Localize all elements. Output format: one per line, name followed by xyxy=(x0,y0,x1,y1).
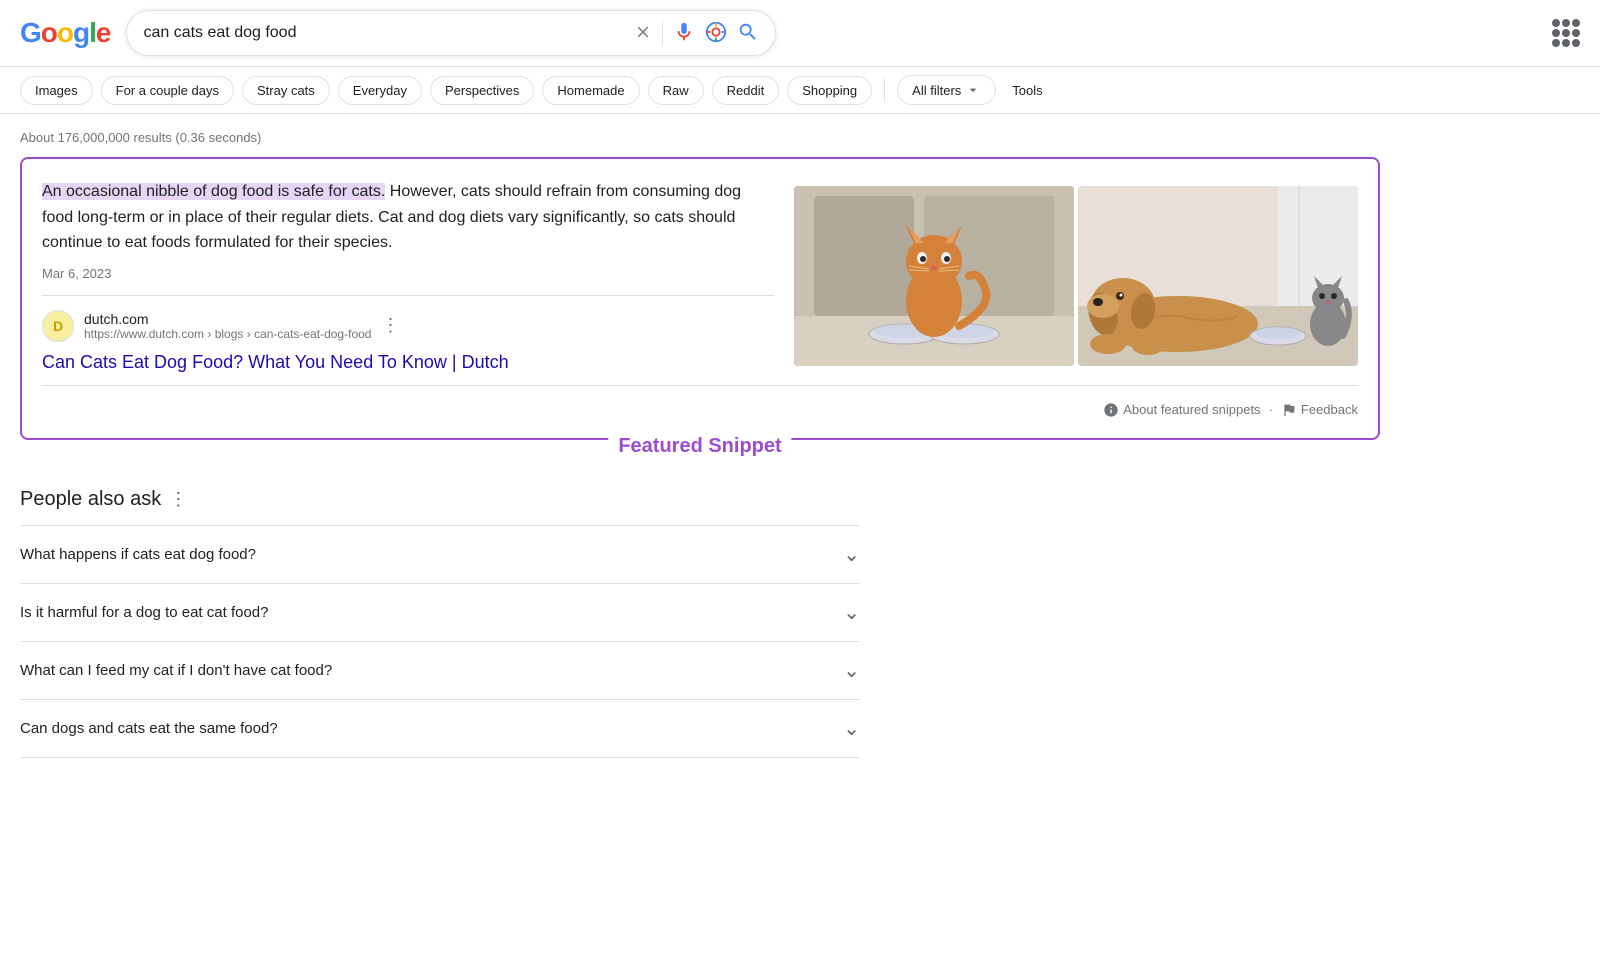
snippet-source: D dutch.com https://www.dutch.com › blog… xyxy=(42,310,774,342)
paa-section: People also ask ⋮ What happens if cats e… xyxy=(20,488,860,758)
source-info: dutch.com https://www.dutch.com › blogs … xyxy=(84,311,371,341)
dog-cat-image-svg xyxy=(1078,186,1358,366)
snippet-footer-divider xyxy=(42,385,1358,386)
source-name: dutch.com xyxy=(84,311,371,327)
featured-snippet-wrapper: An occasional nibble of dog food is safe… xyxy=(20,157,1380,440)
dot-separator: · xyxy=(1269,402,1273,417)
snippet-content: An occasional nibble of dog food is safe… xyxy=(42,179,1358,373)
grid-dot xyxy=(1552,39,1560,47)
grid-dot xyxy=(1572,19,1580,27)
search-input[interactable]: can cats eat dog food xyxy=(143,24,624,42)
grid-dot xyxy=(1562,39,1570,47)
filter-chip-perspectives[interactable]: Perspectives xyxy=(430,76,534,105)
clear-icon[interactable] xyxy=(634,23,652,44)
flag-icon xyxy=(1281,402,1297,418)
logo-o2: o xyxy=(57,17,73,49)
voice-search-icon[interactable] xyxy=(673,21,695,46)
logo-g: G xyxy=(20,17,41,49)
filter-divider xyxy=(884,78,885,102)
logo-o1: o xyxy=(41,17,57,49)
featured-snippet-box: An occasional nibble of dog food is safe… xyxy=(20,157,1380,440)
logo-g2: g xyxy=(73,17,89,49)
feedback-button[interactable]: Feedback xyxy=(1281,402,1358,418)
filter-chip-shopping[interactable]: Shopping xyxy=(787,76,872,105)
paa-title: People also ask xyxy=(20,488,161,511)
google-logo[interactable]: Google xyxy=(20,17,110,49)
header: Google can cats eat dog food xyxy=(0,0,1600,67)
grid-dot xyxy=(1572,39,1580,47)
search-bar-container: can cats eat dog food xyxy=(126,10,776,56)
snippet-highlighted-text: An occasional nibble of dog food is safe… xyxy=(42,183,385,200)
paa-question-4: Can dogs and cats eat the same food? xyxy=(20,720,278,737)
paa-item-2[interactable]: Is it harmful for a dog to eat cat food?… xyxy=(20,583,860,641)
main-content: About 176,000,000 results (0.36 seconds)… xyxy=(0,114,1400,774)
cat-image xyxy=(794,186,1074,366)
filter-chip-everyday[interactable]: Everyday xyxy=(338,76,422,105)
snippet-date: Mar 6, 2023 xyxy=(42,266,774,281)
paa-question-3: What can I feed my cat if I don't have c… xyxy=(20,662,332,679)
paa-chevron-2: ⌄ xyxy=(843,600,860,625)
grid-dot xyxy=(1552,19,1560,27)
paa-menu-icon[interactable]: ⋮ xyxy=(169,489,187,510)
divider xyxy=(662,21,663,45)
grid-dot xyxy=(1562,29,1570,37)
paa-item-4[interactable]: Can dogs and cats eat the same food? ⌄ xyxy=(20,699,860,758)
filter-chip-stray-cats[interactable]: Stray cats xyxy=(242,76,330,105)
all-filters-button[interactable]: All filters xyxy=(897,75,996,105)
info-icon xyxy=(1103,402,1119,418)
source-url: https://www.dutch.com › blogs › can-cats… xyxy=(84,327,371,341)
featured-snippet-label: Featured Snippet xyxy=(608,435,791,458)
paa-chevron-3: ⌄ xyxy=(843,658,860,683)
dog-cat-image xyxy=(1078,186,1358,366)
search-bar: can cats eat dog food xyxy=(126,10,776,56)
cat-image-svg xyxy=(794,186,1074,366)
all-filters-label: All filters xyxy=(912,83,961,98)
feedback-label: Feedback xyxy=(1301,402,1358,417)
filter-chip-images[interactable]: Images xyxy=(20,76,93,105)
search-submit-icon[interactable] xyxy=(737,21,759,46)
paa-item-1[interactable]: What happens if cats eat dog food? ⌄ xyxy=(20,525,860,583)
about-snippets-label: About featured snippets xyxy=(1123,402,1260,417)
snippet-main-text: An occasional nibble of dog food is safe… xyxy=(42,179,774,256)
paa-chevron-4: ⌄ xyxy=(843,716,860,741)
apps-grid-icon[interactable] xyxy=(1552,19,1580,47)
filters-bar: Images For a couple days Stray cats Ever… xyxy=(0,67,1600,114)
chevron-down-icon xyxy=(965,82,981,98)
grid-dot xyxy=(1572,29,1580,37)
filter-chip-raw[interactable]: Raw xyxy=(648,76,704,105)
snippet-result-link[interactable]: Can Cats Eat Dog Food? What You Need To … xyxy=(42,352,774,373)
paa-question-2: Is it harmful for a dog to eat cat food? xyxy=(20,604,268,621)
tools-button[interactable]: Tools xyxy=(1004,77,1050,104)
snippet-images xyxy=(794,179,1358,373)
grid-dot xyxy=(1552,29,1560,37)
snippet-text-area: An occasional nibble of dog food is safe… xyxy=(42,179,774,373)
filter-chip-couple-days[interactable]: For a couple days xyxy=(101,76,234,105)
filter-chip-reddit[interactable]: Reddit xyxy=(712,76,780,105)
grid-dot xyxy=(1562,19,1570,27)
paa-question-1: What happens if cats eat dog food? xyxy=(20,546,256,563)
logo-e: e xyxy=(96,17,111,49)
snippet-footer: About featured snippets · Feedback xyxy=(42,394,1358,418)
paa-chevron-1: ⌄ xyxy=(843,542,860,567)
source-menu-icon[interactable]: ⋮ xyxy=(381,315,399,336)
filter-chip-homemade[interactable]: Homemade xyxy=(542,76,639,105)
logo-l: l xyxy=(89,17,96,49)
paa-item-3[interactable]: What can I feed my cat if I don't have c… xyxy=(20,641,860,699)
paa-header: People also ask ⋮ xyxy=(20,488,860,511)
about-featured-snippets-button[interactable]: About featured snippets xyxy=(1103,402,1260,418)
source-favicon: D xyxy=(42,310,74,342)
results-count: About 176,000,000 results (0.36 seconds) xyxy=(20,130,1380,145)
header-right xyxy=(1552,19,1580,47)
snippet-divider xyxy=(42,295,774,296)
google-lens-icon[interactable] xyxy=(705,21,727,46)
